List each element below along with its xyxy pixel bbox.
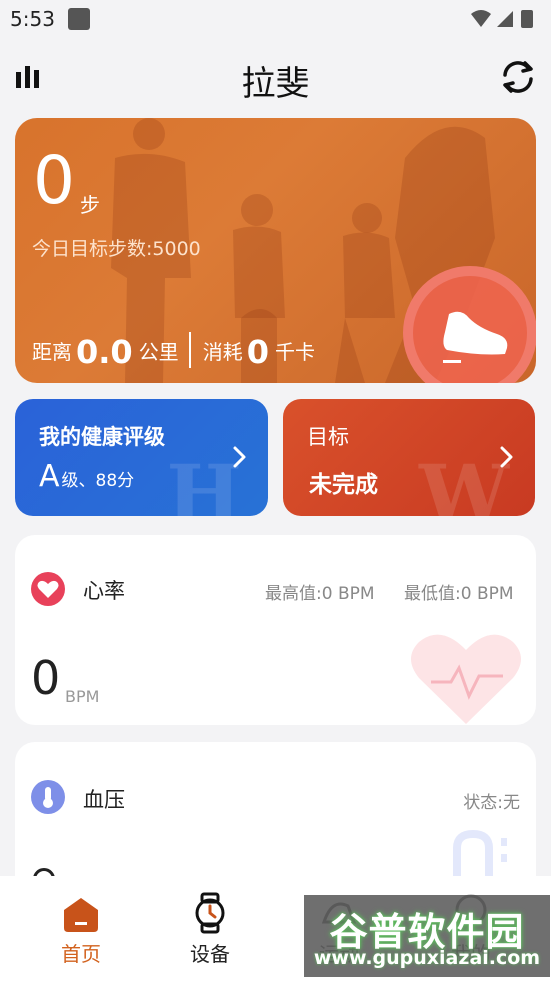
steps-value: 0 bbox=[33, 142, 75, 219]
goal-title: 目标 bbox=[307, 425, 349, 449]
heart-rate-unit: BPM bbox=[65, 687, 100, 706]
calorie-label: 消耗 bbox=[202, 340, 243, 364]
goal-watermark: W bbox=[419, 447, 509, 516]
health-watermark: H bbox=[166, 447, 242, 516]
steps-goal: 今日目标步数:5000 bbox=[32, 238, 201, 260]
sync-icon[interactable] bbox=[499, 58, 537, 100]
heart-rate-max: 最高值:0 BPM bbox=[265, 584, 375, 604]
calorie-unit: 千卡 bbox=[274, 340, 315, 364]
health-rating-card[interactable]: H 我的健康评级 A 级、88分 bbox=[15, 399, 268, 516]
app-header: 拉斐 bbox=[0, 48, 551, 108]
distance-unit: 公里 bbox=[138, 340, 179, 364]
status-icons bbox=[469, 8, 539, 34]
signal-icon bbox=[497, 11, 513, 27]
heart-rate-min: 最低值:0 BPM bbox=[404, 584, 514, 604]
heart-rate-title: 心率 bbox=[83, 579, 125, 603]
notification-icon bbox=[68, 8, 90, 30]
heart-icon bbox=[31, 572, 65, 606]
distance-label: 距离 bbox=[32, 340, 72, 364]
blood-pressure-title: 血压 bbox=[83, 788, 125, 812]
heart-rate-value: 0 bbox=[31, 651, 61, 705]
wifi-icon bbox=[471, 10, 491, 27]
calorie-value: 0 bbox=[246, 333, 269, 371]
goal-status: 未完成 bbox=[309, 472, 378, 498]
chevron-right-icon bbox=[232, 445, 248, 473]
distance-value: 0.0 bbox=[76, 333, 133, 371]
goal-card[interactable]: W 目标 未完成 bbox=[283, 399, 535, 516]
health-grade: A 级、88分 bbox=[39, 459, 134, 494]
site-watermark: 谷普软件园 www.gupuxiazai.com bbox=[304, 895, 550, 977]
nav-device[interactable]: 设备 bbox=[155, 876, 265, 981]
chevron-right-icon bbox=[499, 445, 515, 473]
page-title: 拉斐 bbox=[241, 64, 310, 104]
battery-icon bbox=[521, 10, 533, 28]
summary-divider bbox=[188, 332, 191, 368]
shoe-icon bbox=[443, 311, 508, 363]
home-screen: 5:53 拉斐 0 步 今日目标步数:5000 距离 0.0 公里 消耗 0 千… bbox=[0, 0, 551, 981]
heart-pulse-icon bbox=[411, 634, 521, 724]
steps-unit: 步 bbox=[80, 193, 100, 217]
status-bar: 5:53 bbox=[0, 0, 551, 38]
blood-pressure-bg-icon bbox=[453, 829, 507, 878]
watermark-url: www.gupuxiazai.com bbox=[313, 947, 541, 969]
nav-device-label: 设备 bbox=[190, 942, 230, 966]
thermometer-icon bbox=[31, 780, 65, 814]
home-icon bbox=[64, 898, 98, 932]
hero-summary: 距离 0.0 公里 消耗 0 千卡 bbox=[32, 330, 319, 368]
watch-icon bbox=[195, 892, 225, 934]
grade-letter: A bbox=[39, 459, 60, 494]
nav-home[interactable]: 首页 bbox=[26, 876, 136, 981]
status-time: 5:53 bbox=[10, 7, 55, 31]
health-rating-title: 我的健康评级 bbox=[39, 425, 165, 449]
grade-detail: 级、88分 bbox=[61, 471, 135, 491]
blood-pressure-status: 状态:无 bbox=[463, 793, 520, 813]
heart-rate-card[interactable]: 心率 最高值:0 BPM 最低值:0 BPM 0 BPM bbox=[15, 535, 536, 725]
steps-ring bbox=[403, 266, 536, 383]
nav-home-label: 首页 bbox=[61, 942, 101, 966]
